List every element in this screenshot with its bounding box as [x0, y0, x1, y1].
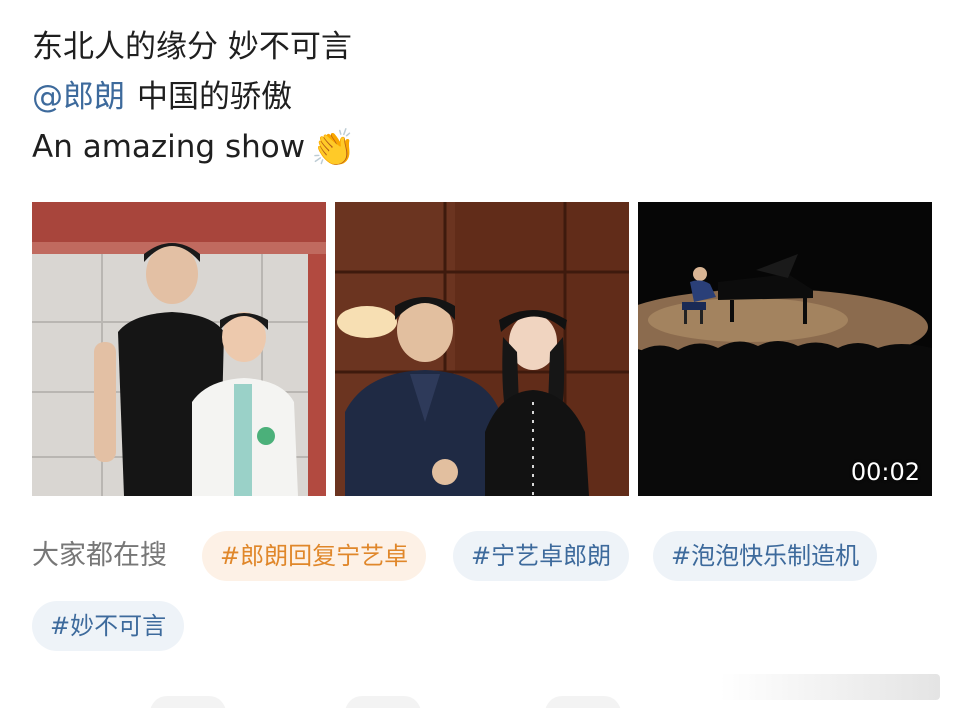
trending-tag-hot[interactable]: #郎朗回复宁艺卓: [202, 531, 427, 581]
clapping-hands-icon: 👏: [311, 128, 356, 169]
like-button[interactable]: [545, 696, 621, 708]
post-line-1: 东北人的缘分 妙不可言: [32, 29, 352, 65]
video-thumbnail[interactable]: 00:02: [638, 202, 932, 496]
action-bar-partial: [0, 674, 960, 708]
weibo-post: 东北人的缘分 妙不可言 @郎朗中国的骄傲 An amazing show👏: [0, 0, 960, 708]
comment-button[interactable]: [345, 696, 421, 708]
photo-thumbnail-2[interactable]: [335, 202, 629, 496]
media-grid: 00:02: [32, 202, 932, 496]
trending-tag[interactable]: #宁艺卓郎朗: [453, 531, 630, 581]
watermark: [720, 674, 940, 700]
photo-thumbnail-1[interactable]: [32, 202, 326, 496]
trending-tag[interactable]: #妙不可言: [32, 601, 185, 651]
trending-tag[interactable]: #泡泡快乐制造机: [653, 531, 878, 581]
post-line-3-text: An amazing show: [32, 129, 306, 165]
repost-button[interactable]: [150, 696, 226, 708]
post-text: 东北人的缘分 妙不可言 @郎朗 中国的骄傲 An amazing show 👏: [32, 22, 356, 174]
post-line-2: @郎朗 中国的骄傲: [32, 72, 356, 122]
post-line-2-text: 中国的骄傲: [137, 79, 292, 115]
user-mention-link[interactable]: @郎朗: [32, 79, 125, 115]
trending-search-label: 大家都在搜: [32, 540, 167, 571]
post-line-3: An amazing show 👏: [32, 122, 356, 174]
video-duration: 00:02: [850, 458, 920, 486]
